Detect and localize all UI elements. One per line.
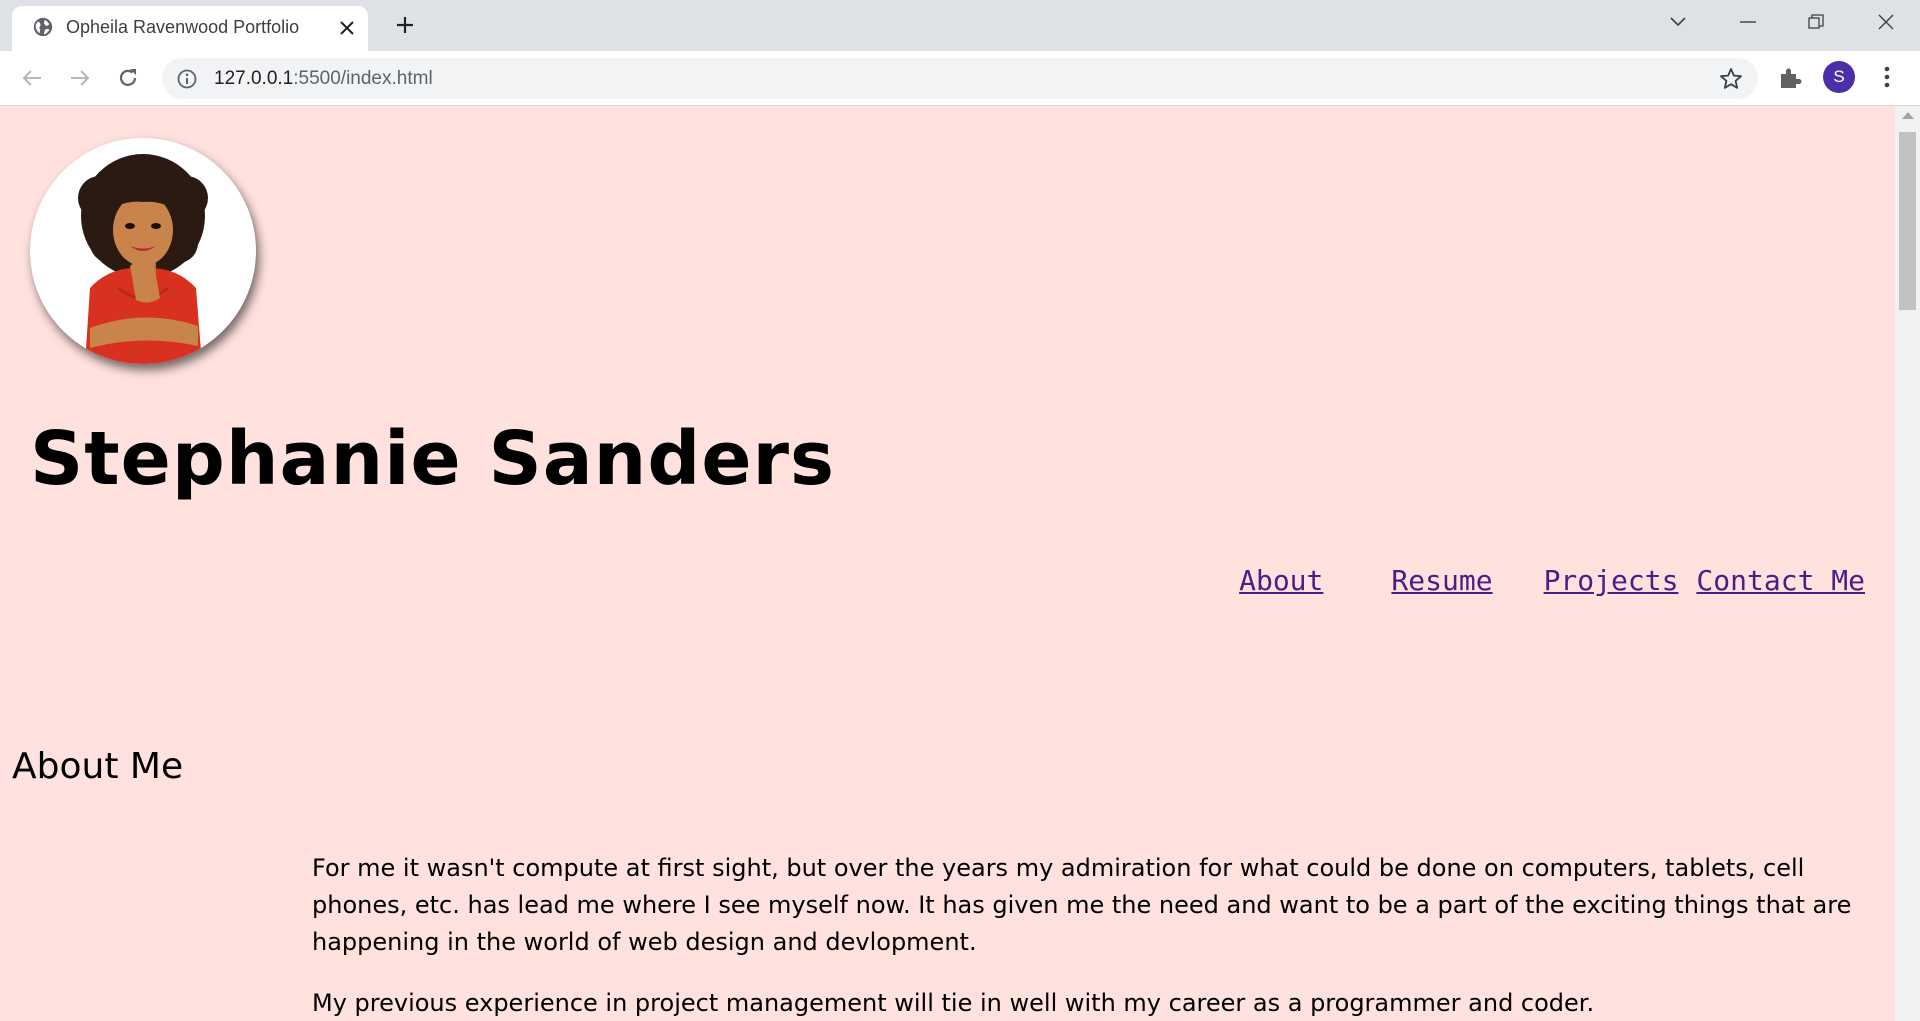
info-icon[interactable] [176, 68, 198, 90]
scroll-up-arrow-icon[interactable] [1902, 112, 1914, 119]
close-icon [340, 21, 354, 35]
nav-link-resume[interactable]: Resume [1391, 564, 1492, 597]
close-icon [1878, 14, 1894, 30]
about-content: For me it wasn't compute at first sight,… [312, 850, 1862, 1021]
browser-tab[interactable]: Opheila Ravenwood Portfolio [12, 6, 368, 51]
tab-search-button[interactable] [1644, 0, 1712, 44]
about-paragraph: For me it wasn't compute at first sight,… [312, 854, 1852, 956]
arrow-left-icon [22, 70, 41, 86]
tab-title: Opheila Ravenwood Portfolio [66, 17, 300, 37]
star-icon[interactable] [1718, 66, 1744, 92]
close-window-button[interactable] [1852, 0, 1920, 44]
address-bar[interactable]: 127.0.0.1:5500/index.html [162, 58, 1758, 99]
page-viewport: Stephanie Sanders About Resume Projects … [0, 106, 1895, 1021]
forward-button[interactable] [62, 60, 98, 96]
reload-button[interactable] [110, 60, 146, 96]
site-name-heading: Stephanie Sanders [30, 416, 836, 502]
restore-button[interactable] [1782, 0, 1850, 44]
new-tab-button[interactable] [390, 10, 420, 40]
about-heading: About Me [12, 746, 184, 787]
site-nav: About Resume Projects Contact Me [1239, 564, 1865, 597]
minimize-button[interactable] [1714, 0, 1782, 44]
reload-icon [119, 69, 137, 86]
plus-icon [397, 17, 413, 33]
back-button[interactable] [14, 60, 50, 96]
profile-picture [30, 138, 256, 364]
url-host: 127.0.0.1 [214, 68, 294, 89]
restore-icon [1808, 14, 1824, 29]
about-paragraph: My previous experience in project manage… [312, 989, 1595, 1017]
vertical-scrollbar[interactable] [1895, 106, 1920, 1021]
scroll-thumb[interactable] [1899, 132, 1916, 310]
nav-link-projects[interactable]: Projects [1544, 564, 1679, 597]
tab-strip: Opheila Ravenwood Portfolio [0, 0, 1920, 51]
arrow-right-icon [71, 70, 90, 86]
woman-avatar-illustration [78, 154, 208, 364]
puzzle-icon[interactable] [1777, 65, 1803, 91]
nav-link-about[interactable]: About [1239, 564, 1323, 597]
profile-avatar[interactable]: S [1823, 61, 1855, 93]
url-text[interactable]: 127.0.0.1:5500/index.html [214, 68, 433, 90]
globe-icon [33, 17, 53, 37]
nav-link-contact[interactable]: Contact Me [1696, 564, 1865, 597]
url-path: :5500/index.html [293, 68, 433, 89]
chevron-down-icon [1670, 17, 1686, 27]
more-vert-icon[interactable] [1874, 64, 1900, 90]
close-tab-button[interactable] [334, 15, 360, 41]
minimize-icon [1740, 21, 1756, 23]
browser-toolbar: 127.0.0.1:5500/index.html [0, 51, 1920, 106]
